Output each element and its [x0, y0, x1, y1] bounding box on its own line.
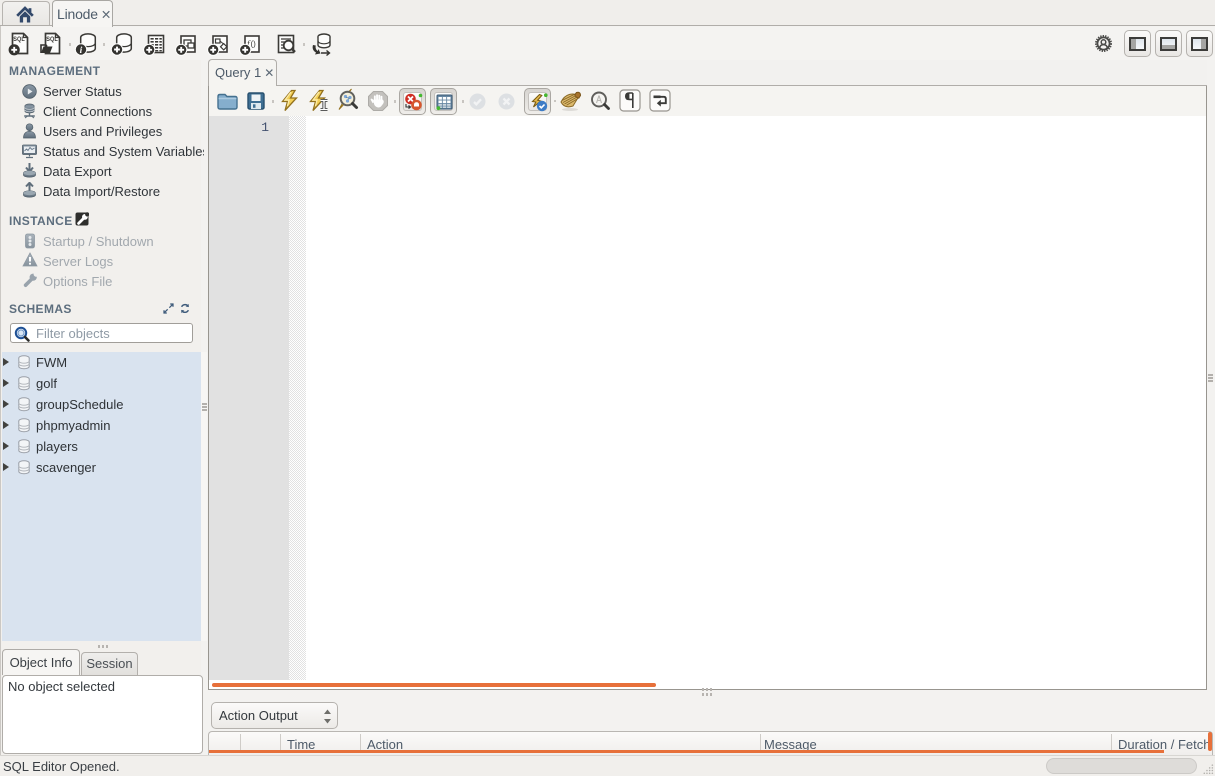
svg-text:SQL: SQL — [46, 36, 58, 43]
svg-text:SQL: SQL — [13, 36, 24, 43]
svg-text:(): () — [251, 40, 257, 49]
svg-text:i: i — [80, 46, 83, 56]
